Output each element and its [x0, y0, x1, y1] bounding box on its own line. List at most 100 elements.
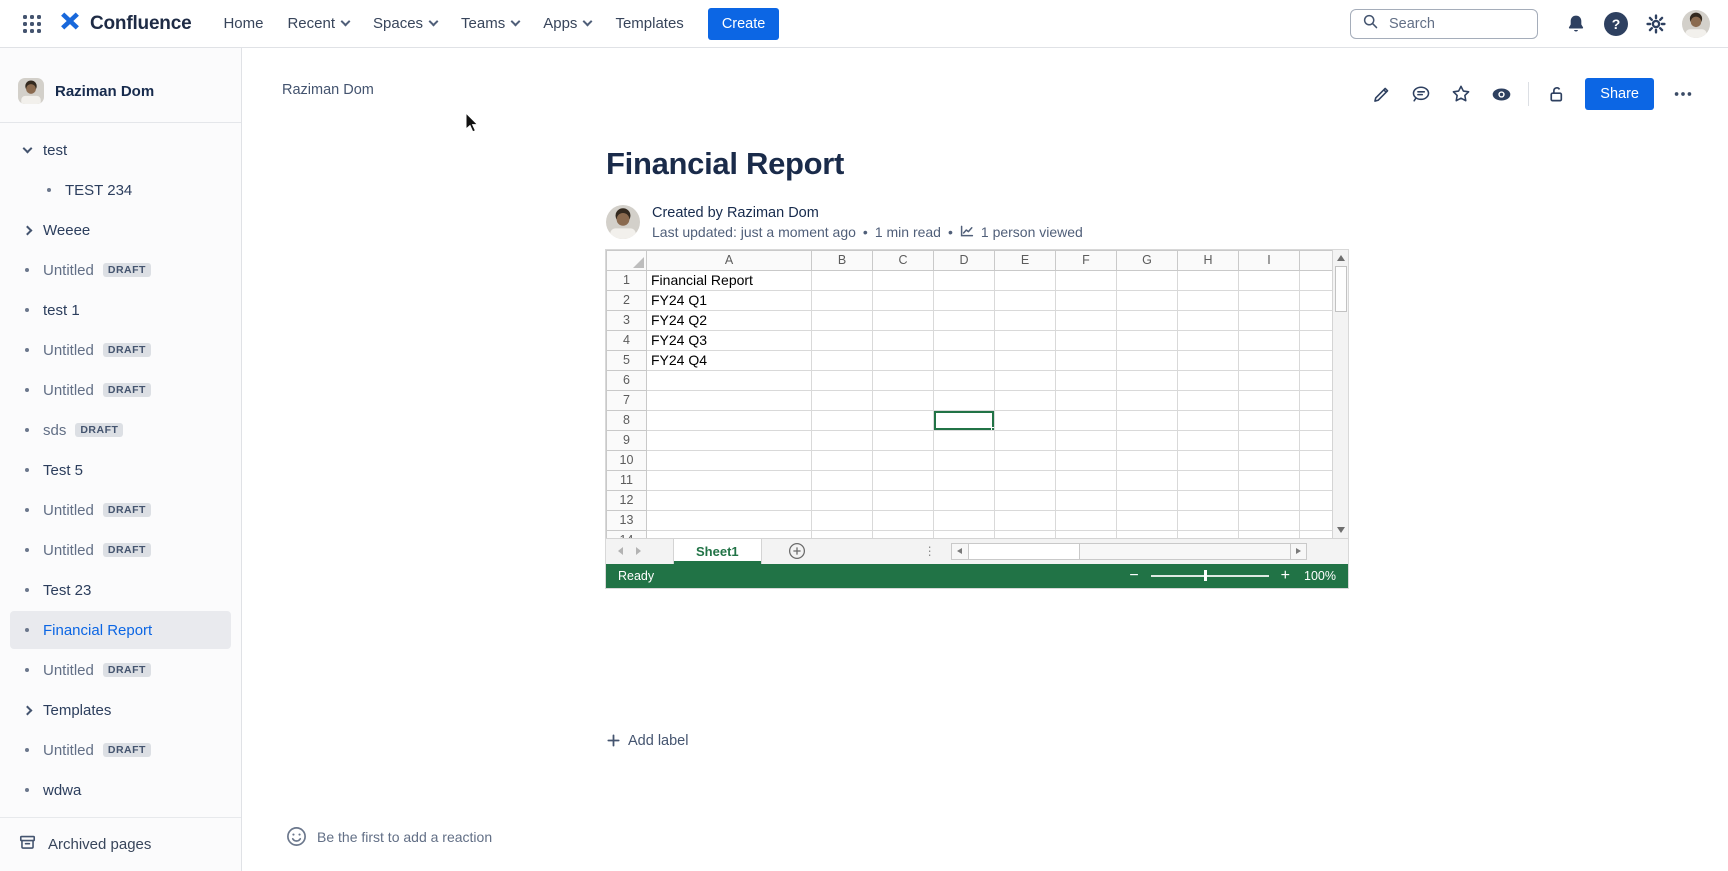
- cell-B6[interactable]: [812, 370, 873, 390]
- cell-A4[interactable]: FY24 Q3: [647, 330, 812, 350]
- cell-E7[interactable]: [995, 390, 1056, 410]
- cell-I13[interactable]: [1239, 510, 1300, 530]
- row-header-2[interactable]: 2: [607, 290, 647, 310]
- cell-partial-4[interactable]: [1300, 330, 1333, 350]
- cell-I3[interactable]: [1239, 310, 1300, 330]
- cell-H8[interactable]: [1178, 410, 1239, 430]
- row-header-12[interactable]: 12: [607, 490, 647, 510]
- views-count[interactable]: 1 person viewed: [981, 224, 1083, 240]
- cell-partial-1[interactable]: [1300, 270, 1333, 290]
- nav-item-teams[interactable]: Teams: [451, 8, 529, 39]
- cell-partial-2[interactable]: [1300, 290, 1333, 310]
- cell-C7[interactable]: [873, 390, 934, 410]
- row-header-11[interactable]: 11: [607, 470, 647, 490]
- zoom-level[interactable]: 100%: [1302, 569, 1336, 583]
- scroll-down-icon[interactable]: [1337, 527, 1345, 533]
- cell-H12[interactable]: [1178, 490, 1239, 510]
- cell-I9[interactable]: [1239, 430, 1300, 450]
- cell-I14[interactable]: [1239, 530, 1300, 538]
- sidebar-item-sds[interactable]: sdsDRAFT: [10, 411, 231, 449]
- col-header-D[interactable]: D: [934, 250, 995, 270]
- cell-G10[interactable]: [1117, 450, 1178, 470]
- sidebar-item-test[interactable]: test: [10, 131, 231, 169]
- cell-B13[interactable]: [812, 510, 873, 530]
- cell-A6[interactable]: [647, 370, 812, 390]
- row-header-9[interactable]: 9: [607, 430, 647, 450]
- cell-partial-12[interactable]: [1300, 490, 1333, 510]
- cell-B12[interactable]: [812, 490, 873, 510]
- cell-D7[interactable]: [934, 390, 995, 410]
- cell-A11[interactable]: [647, 470, 812, 490]
- notifications-icon[interactable]: [1560, 8, 1592, 40]
- sidebar-item-untitled[interactable]: UntitledDRAFT: [10, 371, 231, 409]
- cell-A1[interactable]: Financial Report: [647, 270, 812, 290]
- created-by[interactable]: Created by Raziman Dom: [652, 205, 1083, 221]
- cell-C8[interactable]: [873, 410, 934, 430]
- cell-D9[interactable]: [934, 430, 995, 450]
- cell-F3[interactable]: [1056, 310, 1117, 330]
- watch-eye-icon[interactable]: [1484, 78, 1518, 110]
- breadcrumb[interactable]: Raziman Dom: [282, 82, 374, 98]
- sheet-nav-left-icon[interactable]: [618, 547, 623, 555]
- cell-G1[interactable]: [1117, 270, 1178, 290]
- cell-B1[interactable]: [812, 270, 873, 290]
- cell-E10[interactable]: [995, 450, 1056, 470]
- cell-H14[interactable]: [1178, 530, 1239, 538]
- cell-H1[interactable]: [1178, 270, 1239, 290]
- edit-pencil-icon[interactable]: [1364, 78, 1398, 110]
- sidebar-item-untitled[interactable]: UntitledDRAFT: [10, 491, 231, 529]
- sheet-nav-right-icon[interactable]: [636, 547, 641, 555]
- sidebar-item-wdwa[interactable]: wdwa: [10, 771, 231, 809]
- row-header-6[interactable]: 6: [607, 370, 647, 390]
- cell-D3[interactable]: [934, 310, 995, 330]
- cell-partial-10[interactable]: [1300, 450, 1333, 470]
- cell-partial-3[interactable]: [1300, 310, 1333, 330]
- sidebar-item-untitled[interactable]: UntitledDRAFT: [10, 251, 231, 289]
- cell-F6[interactable]: [1056, 370, 1117, 390]
- cell-F9[interactable]: [1056, 430, 1117, 450]
- chevron-right-icon[interactable]: [20, 227, 34, 234]
- col-header-A[interactable]: A: [647, 250, 812, 270]
- cell-I6[interactable]: [1239, 370, 1300, 390]
- cell-F12[interactable]: [1056, 490, 1117, 510]
- cell-C14[interactable]: [873, 530, 934, 538]
- comment-icon[interactable]: [1404, 78, 1438, 110]
- cell-C13[interactable]: [873, 510, 934, 530]
- cell-G4[interactable]: [1117, 330, 1178, 350]
- add-reaction-button[interactable]: Be the first to add a reaction: [286, 826, 492, 847]
- sidebar-item-test-234[interactable]: TEST 234: [32, 171, 231, 209]
- cell-D6[interactable]: [934, 370, 995, 390]
- cell-C2[interactable]: [873, 290, 934, 310]
- cell-C4[interactable]: [873, 330, 934, 350]
- archived-pages-button[interactable]: Archived pages: [0, 817, 241, 871]
- cell-F5[interactable]: [1056, 350, 1117, 370]
- cell-A12[interactable]: [647, 490, 812, 510]
- cell-H4[interactable]: [1178, 330, 1239, 350]
- cell-F4[interactable]: [1056, 330, 1117, 350]
- cell-B14[interactable]: [812, 530, 873, 538]
- cell-C5[interactable]: [873, 350, 934, 370]
- horizontal-scroll-thumb[interactable]: [968, 544, 1080, 559]
- cell-D2[interactable]: [934, 290, 995, 310]
- search-input[interactable]: [1387, 15, 1507, 33]
- sidebar-item-test-1[interactable]: test 1: [10, 291, 231, 329]
- cell-I11[interactable]: [1239, 470, 1300, 490]
- cell-H13[interactable]: [1178, 510, 1239, 530]
- add-sheet-icon[interactable]: [788, 542, 806, 560]
- space-header[interactable]: Raziman Dom: [18, 78, 223, 104]
- col-header-G[interactable]: G: [1117, 250, 1178, 270]
- cell-G3[interactable]: [1117, 310, 1178, 330]
- cell-I2[interactable]: [1239, 290, 1300, 310]
- cell-F14[interactable]: [1056, 530, 1117, 538]
- cell-B5[interactable]: [812, 350, 873, 370]
- row-header-7[interactable]: 7: [607, 390, 647, 410]
- share-button[interactable]: Share: [1585, 78, 1654, 110]
- cell-G2[interactable]: [1117, 290, 1178, 310]
- cell-A3[interactable]: FY24 Q2: [647, 310, 812, 330]
- sheet-tab-sheet1[interactable]: Sheet1: [673, 539, 762, 564]
- cell-D10[interactable]: [934, 450, 995, 470]
- nav-item-templates[interactable]: Templates: [605, 8, 693, 39]
- nav-item-recent[interactable]: Recent: [277, 8, 359, 39]
- zoom-slider[interactable]: [1151, 575, 1269, 577]
- cell-E6[interactable]: [995, 370, 1056, 390]
